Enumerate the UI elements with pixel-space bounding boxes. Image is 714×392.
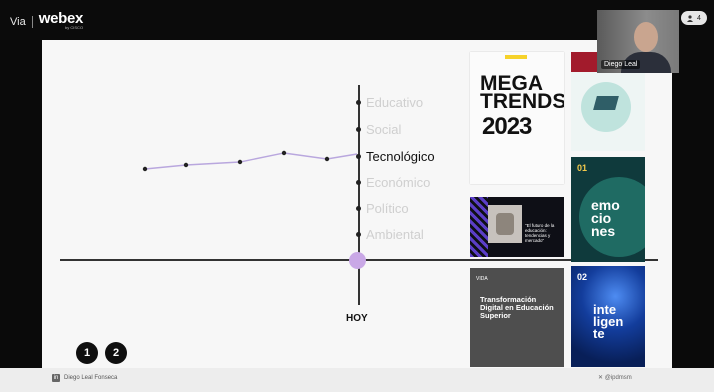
- category-dot: [356, 232, 361, 237]
- trend-point: [281, 150, 287, 156]
- emociones-title: emo cio nes: [591, 197, 620, 239]
- emociones-cover: 01 emo cio nes: [571, 157, 645, 262]
- trend-point: [183, 162, 189, 168]
- linkedin-name: Diego Leal Fonseca: [64, 375, 118, 381]
- page-2-badge[interactable]: 2: [105, 342, 127, 364]
- transformacion-header: VIDA: [476, 276, 488, 282]
- category-dot: [356, 100, 361, 105]
- participant-name: Diego Leal: [601, 60, 641, 69]
- transformacion-cover: VIDA Transformación Digital en Educación…: [470, 268, 564, 367]
- futuro-educacion-cover: "El futuro de la educación: tendencias y…: [470, 197, 564, 257]
- inteligente-cover: 02 inte ligen te: [571, 266, 645, 367]
- trends-title: TRENDS: [480, 90, 564, 113]
- twitter-icon: ✕: [598, 375, 605, 381]
- page-1-badge[interactable]: 1: [76, 342, 98, 364]
- category-dot: [356, 154, 361, 159]
- person-head: [634, 22, 658, 52]
- trend-point: [324, 156, 330, 162]
- twitter-credit: ✕ @ipdmsm: [598, 374, 632, 381]
- category-dot: [356, 180, 361, 185]
- category-social: Social: [366, 122, 402, 137]
- category-tecnologico: Tecnológico: [366, 149, 435, 164]
- category-dot: [356, 206, 361, 211]
- timeline-vertical-axis: [358, 85, 360, 305]
- linkedin-icon: in: [52, 374, 60, 382]
- today-label: HOY: [346, 313, 368, 324]
- trend-point: [142, 166, 148, 172]
- today-marker: [349, 252, 366, 269]
- transformacion-title: Transformación Digital en Educación Supe…: [480, 295, 554, 320]
- megatrends-cover: MEGA TRENDS 2023: [470, 52, 564, 184]
- twitter-handle: @ipdmsm: [604, 375, 632, 381]
- futuro-title: "El futuro de la educación: tendencias y…: [525, 223, 555, 243]
- inteligente-number: 02: [577, 272, 588, 282]
- trend-point: [237, 159, 243, 165]
- mega-year: 2023: [482, 113, 532, 140]
- category-educativo: Educativo: [366, 95, 424, 110]
- slide-footer: in Diego Leal Fonseca ✕ @ipdmsm: [0, 368, 714, 392]
- linkedin-credit: in Diego Leal Fonseca: [52, 374, 117, 382]
- participant-video[interactable]: Diego Leal: [597, 10, 679, 73]
- inteligente-title: inte ligen te: [593, 302, 624, 341]
- category-economico: Económico: [366, 175, 431, 190]
- category-ambiental: Ambiental: [366, 227, 424, 242]
- emociones-number: 01: [577, 163, 588, 173]
- category-politico: Político: [366, 201, 409, 216]
- cover-band: [470, 52, 564, 63]
- category-dot: [356, 127, 361, 132]
